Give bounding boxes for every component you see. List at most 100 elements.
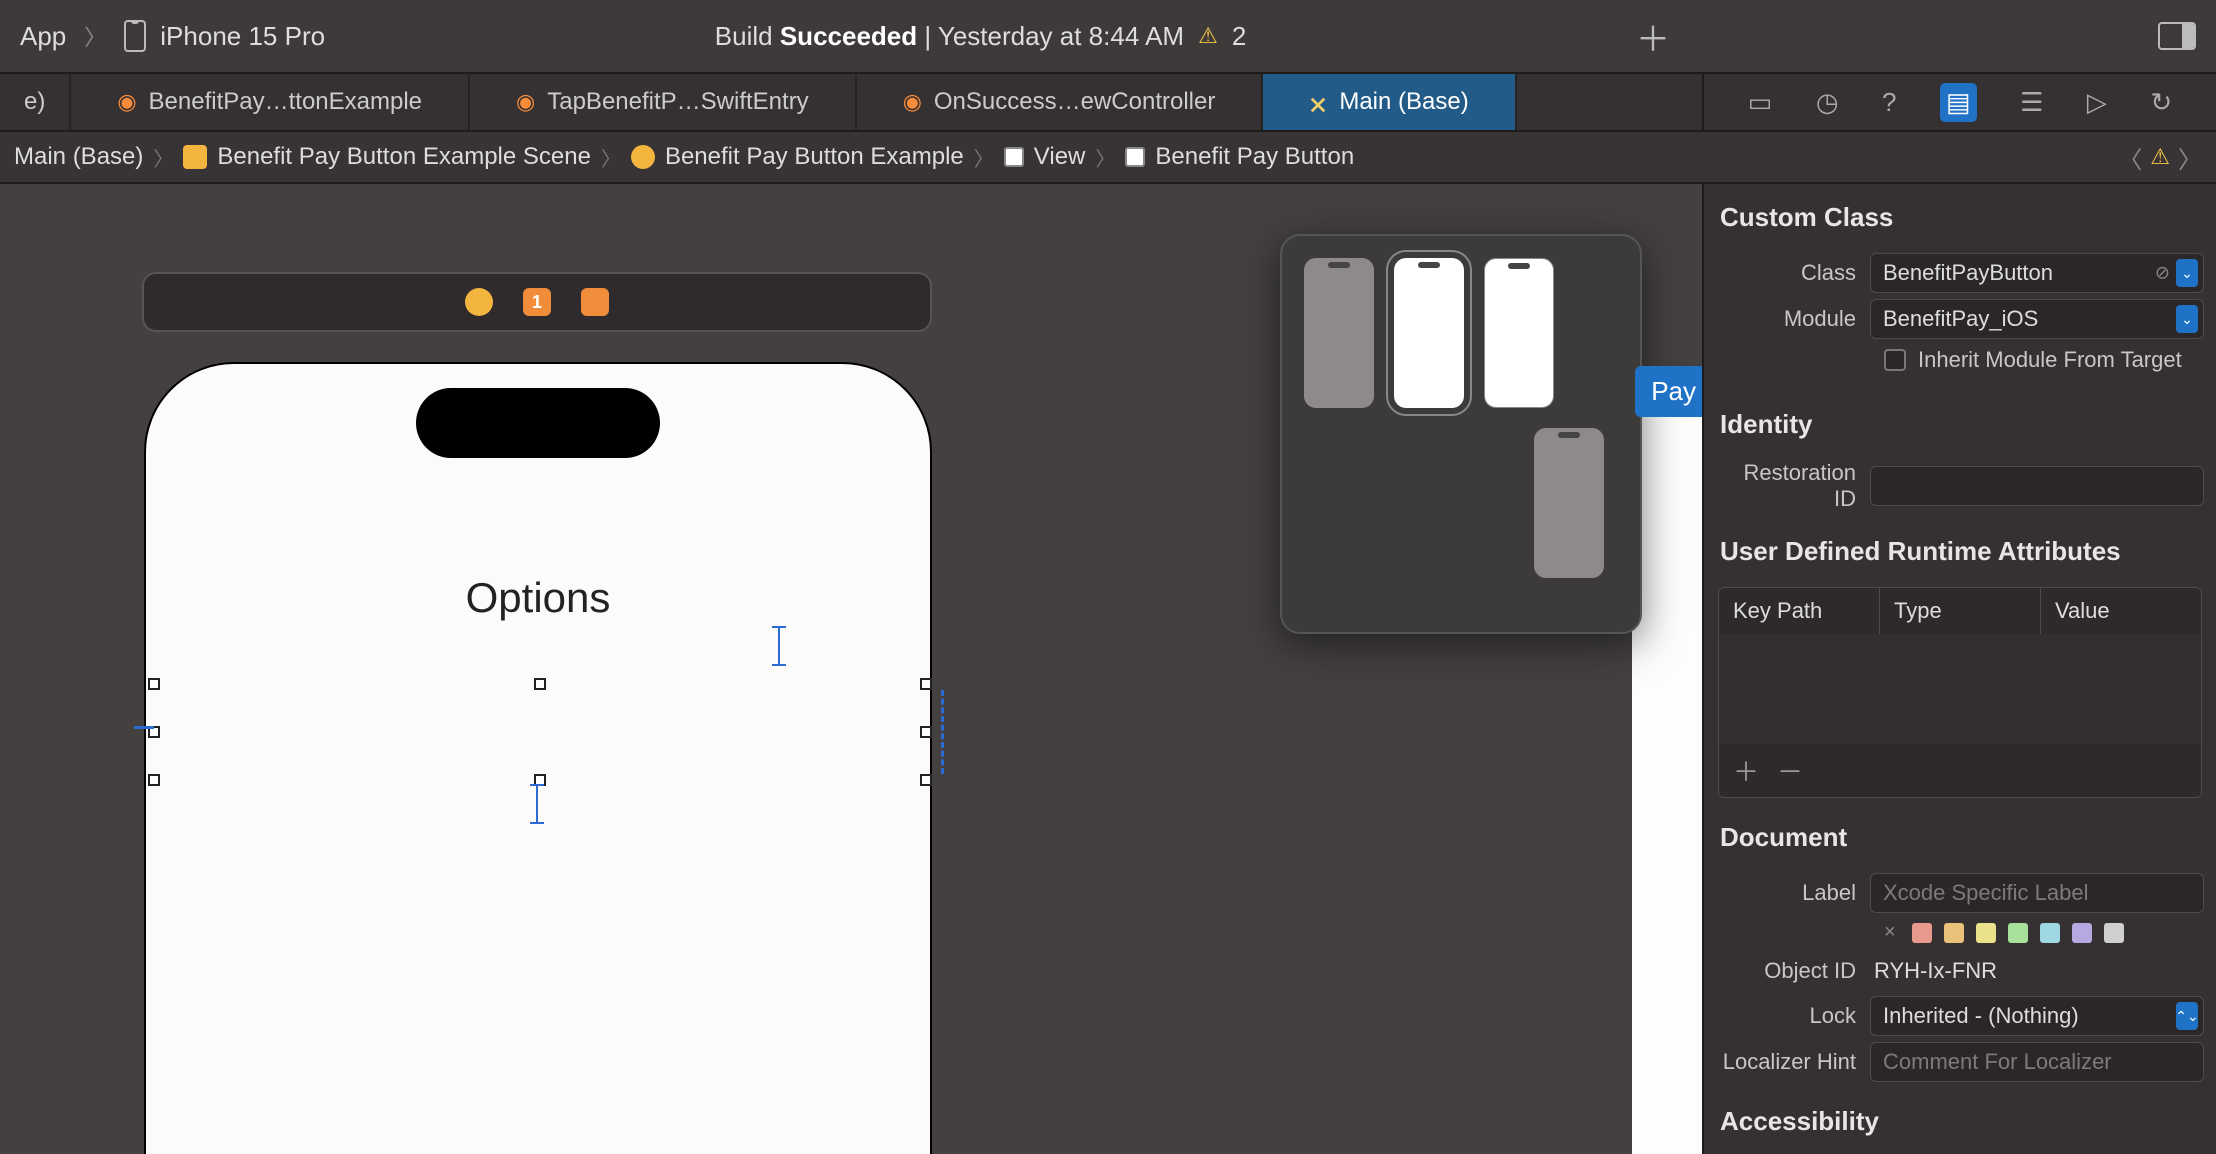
chevron-right-icon: 〉 bbox=[964, 143, 1004, 172]
text-cursor-icon bbox=[778, 626, 780, 666]
tab-tapbenefit-swiftentry[interactable]: ◉ TapBenefitP…SwiftEntry bbox=[470, 74, 857, 130]
tab-label: OnSuccess…ewController bbox=[934, 88, 1215, 116]
remove-attribute-button[interactable]: － bbox=[1777, 752, 1803, 789]
localizer-hint-field[interactable]: Comment For Localizer bbox=[1870, 1042, 2204, 1082]
warning-icon[interactable]: ⚠︎ bbox=[1198, 23, 1218, 49]
swift-file-icon: ◉ bbox=[903, 89, 922, 115]
uiview-icon bbox=[1004, 147, 1024, 167]
scheme-app-label[interactable]: App bbox=[20, 21, 66, 52]
objectid-label: Object ID bbox=[1716, 958, 1870, 984]
resize-handle[interactable] bbox=[920, 774, 932, 786]
lock-select[interactable]: Inherited - (Nothing) bbox=[1870, 996, 2204, 1036]
crumb-view[interactable]: View bbox=[1004, 143, 1086, 171]
section-accessibility: Accessibility bbox=[1716, 1088, 2204, 1151]
scene-dock[interactable]: 1 bbox=[142, 272, 932, 332]
tab-recent[interactable]: e) bbox=[0, 74, 71, 130]
run-destination[interactable]: iPhone 15 Pro bbox=[160, 21, 325, 52]
tab-label: BenefitPay…ttonExample bbox=[149, 88, 422, 116]
window-toolbar: App 〉 iPhone 15 Pro Build Succeeded | Ye… bbox=[0, 0, 2216, 74]
warning-icon[interactable]: ⚠︎ bbox=[2150, 144, 2170, 170]
exit-dock-icon[interactable] bbox=[581, 288, 609, 316]
storyboard-file-icon bbox=[1309, 93, 1327, 111]
color-swatch[interactable] bbox=[2104, 923, 2124, 943]
resize-handle[interactable] bbox=[920, 678, 932, 690]
color-swatch[interactable] bbox=[2072, 923, 2092, 943]
color-swatch[interactable] bbox=[1912, 923, 1932, 943]
resize-handle[interactable] bbox=[920, 726, 932, 738]
color-swatch[interactable] bbox=[2040, 923, 2060, 943]
tab-benefitpay-example[interactable]: ◉ BenefitPay…ttonExample bbox=[71, 74, 470, 130]
col-type[interactable]: Type bbox=[1880, 588, 2041, 634]
viewcontroller-dock-icon[interactable] bbox=[465, 288, 493, 316]
doc-label-field[interactable]: Xcode Specific Label bbox=[1870, 873, 2204, 913]
history-inspector-icon[interactable]: ◷ bbox=[1816, 87, 1839, 118]
help-inspector-icon[interactable]: ? bbox=[1882, 87, 1896, 118]
warning-count[interactable]: 2 bbox=[1232, 21, 1246, 52]
nav-back-icon[interactable]: 〈 bbox=[2118, 140, 2142, 175]
constraint-line-icon[interactable] bbox=[134, 726, 154, 729]
minimap-scene[interactable] bbox=[1304, 258, 1374, 408]
device-preview[interactable]: Options bbox=[144, 362, 932, 1154]
dropdown-icon[interactable]: ⌄ bbox=[2176, 305, 2198, 333]
device-phone-icon bbox=[124, 20, 146, 52]
class-field[interactable]: BenefitPayButton bbox=[1870, 253, 2204, 293]
add-tab-button[interactable]: ＋ bbox=[1636, 12, 1670, 61]
dynamic-island-icon bbox=[416, 388, 660, 458]
color-swatch[interactable] bbox=[2008, 923, 2028, 943]
uiview-icon bbox=[1125, 147, 1145, 167]
pay-button-chip[interactable]: Pay bbox=[1635, 366, 1702, 417]
crumb-main[interactable]: Main (Base) bbox=[14, 143, 143, 171]
col-value[interactable]: Value bbox=[2041, 588, 2201, 634]
resize-handle[interactable] bbox=[534, 678, 546, 690]
clear-icon[interactable]: ⊘ bbox=[2155, 263, 2170, 284]
toggle-right-panel-icon[interactable] bbox=[2158, 22, 2196, 50]
color-swatch[interactable] bbox=[1944, 923, 1964, 943]
selected-view[interactable] bbox=[154, 684, 926, 780]
tab-onsuccess-viewcontroller[interactable]: ◉ OnSuccess…ewController bbox=[857, 74, 1264, 130]
module-field-label: Module bbox=[1716, 306, 1870, 332]
constraint-caret-icon bbox=[536, 784, 538, 824]
constraint-line-icon[interactable] bbox=[941, 690, 944, 774]
minimap-scene[interactable] bbox=[1484, 258, 1554, 408]
canvas-neighbor-scene bbox=[1632, 414, 1702, 1154]
identity-inspector-panel: Custom Class Class BenefitPayButton ⊘ ⌄ … bbox=[1702, 184, 2216, 1154]
tab-label: TapBenefitP…SwiftEntry bbox=[547, 88, 808, 116]
crumb-benefit-pay-button[interactable]: Benefit Pay Button bbox=[1125, 143, 1354, 171]
crumb-scene[interactable]: Benefit Pay Button Example Scene bbox=[183, 143, 591, 171]
resize-handle[interactable] bbox=[148, 678, 160, 690]
options-label: Options bbox=[466, 574, 611, 622]
add-attribute-button[interactable]: ＋ bbox=[1733, 752, 1759, 789]
resize-handle[interactable] bbox=[148, 774, 160, 786]
viewcontroller-icon bbox=[631, 145, 655, 169]
identity-inspector-icon[interactable]: ▤ bbox=[1940, 83, 1977, 122]
runtime-attributes-table[interactable]: Key Path Type Value ＋ － bbox=[1718, 587, 2202, 798]
ib-canvas[interactable]: 1 Options bbox=[0, 184, 1702, 1154]
class-field-label: Class bbox=[1716, 260, 1870, 286]
clear-swatch-icon[interactable]: × bbox=[1884, 921, 1896, 944]
restoration-id-field[interactable] bbox=[1870, 466, 2204, 506]
color-swatch[interactable] bbox=[1976, 923, 1996, 943]
nav-forward-icon[interactable]: 〉 bbox=[2178, 140, 2202, 175]
col-keypath[interactable]: Key Path bbox=[1719, 588, 1880, 634]
connections-inspector-icon[interactable]: ↻ bbox=[2150, 87, 2172, 118]
crumb-viewcontroller[interactable]: Benefit Pay Button Example bbox=[631, 143, 964, 171]
section-custom-class: Custom Class bbox=[1716, 184, 2204, 247]
dropdown-icon[interactable]: ⌄ bbox=[2176, 259, 2198, 287]
inherit-module-checkbox[interactable] bbox=[1884, 349, 1906, 371]
file-inspector-icon[interactable]: ▭ bbox=[1748, 87, 1773, 118]
size-inspector-icon[interactable]: ▷ bbox=[2087, 87, 2107, 118]
inherit-module-label: Inherit Module From Target bbox=[1918, 347, 2182, 373]
canvas-minimap[interactable] bbox=[1280, 234, 1642, 634]
objectid-value: RYH-Ix-FNR bbox=[1870, 952, 2204, 990]
tab-main-storyboard[interactable]: Main (Base) bbox=[1263, 74, 1516, 130]
attributes-inspector-icon[interactable]: ☰ bbox=[2020, 87, 2043, 118]
localizer-hint-label: Localizer Hint bbox=[1716, 1049, 1870, 1075]
minimap-scene[interactable] bbox=[1534, 428, 1604, 578]
module-field[interactable]: BenefitPay_iOS bbox=[1870, 299, 2204, 339]
first-responder-dock-icon[interactable]: 1 bbox=[523, 288, 551, 316]
minimap-scene-selected[interactable] bbox=[1394, 258, 1464, 408]
section-document: Document bbox=[1716, 804, 2204, 867]
runtime-attributes-body[interactable] bbox=[1719, 634, 2201, 744]
tab-label: Main (Base) bbox=[1339, 88, 1468, 116]
dropdown-icon[interactable]: ⌃⌄ bbox=[2176, 1002, 2198, 1030]
